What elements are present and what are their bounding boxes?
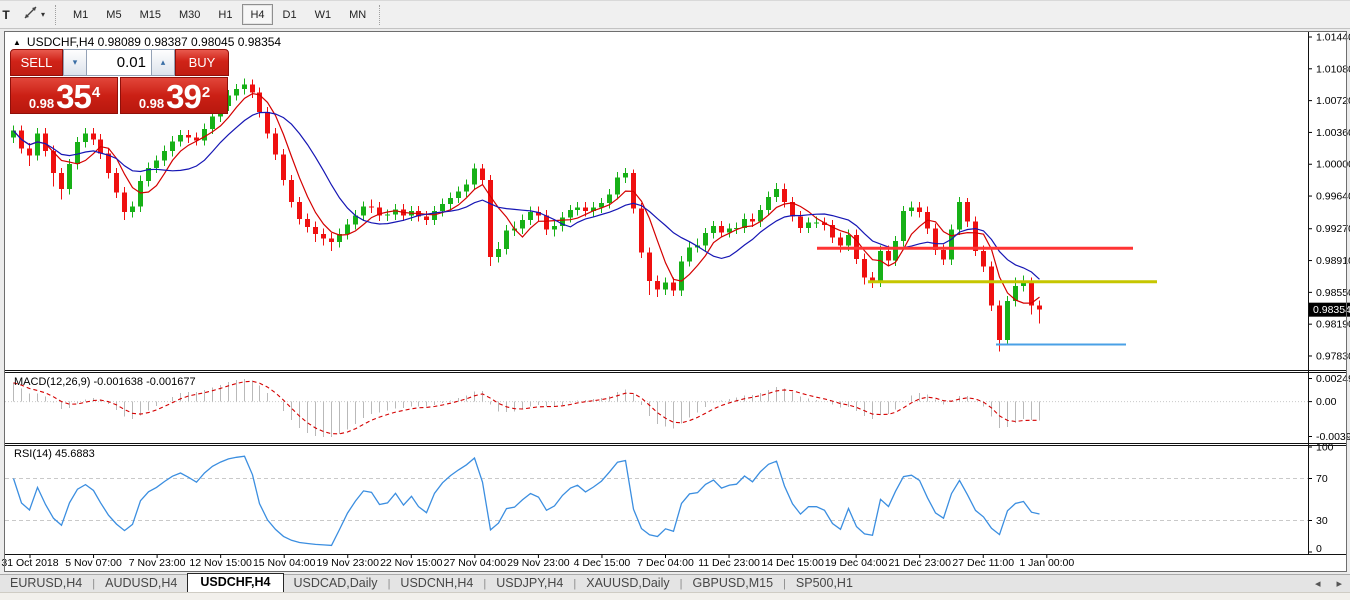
svg-text:30: 30 (1316, 515, 1328, 527)
svg-text:15 Nov 04:00: 15 Nov 04:00 (253, 557, 316, 569)
toolbar: T ▾ M1 M5 M15 M30 H1 H4 D1 W1 MN (0, 0, 1350, 29)
timeframe-buttons: M1 M5 M15 M30 H1 H4 D1 W1 MN (64, 4, 375, 25)
sell-button[interactable]: SELL (10, 49, 63, 76)
svg-text:0.98910: 0.98910 (1316, 255, 1350, 267)
buy-button[interactable]: BUY (175, 49, 229, 76)
tab-scroll-right-icon[interactable]: ▸ (1328, 577, 1350, 592)
sell-price-big: 35 (56, 78, 92, 115)
timeframe-button-H1[interactable]: H1 (210, 4, 240, 25)
svg-text:31 Oct 2018: 31 Oct 2018 (1, 557, 58, 569)
tab-usdcad-daily[interactable]: USDCAD,Daily (284, 575, 388, 592)
svg-text:19 Nov 23:00: 19 Nov 23:00 (317, 557, 380, 569)
svg-text:1.01440: 1.01440 (1316, 32, 1350, 44)
svg-text:0.98190: 0.98190 (1316, 319, 1350, 331)
date-axis[interactable]: 31 Oct 2018 5 Nov 07:00 7 Nov 23:00 12 Nov … (1, 554, 1074, 569)
timeframe-button-W1[interactable]: W1 (307, 4, 340, 25)
toolbar-separator (379, 4, 384, 25)
svg-text:4 Dec 15:00: 4 Dec 15:00 (574, 557, 631, 569)
dropdown-caret-icon: ▾ (41, 10, 46, 19)
sell-price-prefix: 0.98 (28, 96, 55, 111)
status-bar (0, 592, 1350, 600)
crosshair-arrows-icon (23, 6, 38, 23)
svg-text:12 Nov 15:00: 12 Nov 15:00 (189, 557, 252, 569)
tab-usdchf-h4[interactable]: USDCHF,H4 (187, 573, 284, 592)
svg-text:29 Nov 23:00: 29 Nov 23:00 (507, 557, 570, 569)
svg-text:1.01080: 1.01080 (1316, 63, 1350, 75)
tab-scroll-left-icon[interactable]: ◂ (1307, 577, 1329, 592)
cursor-tool-button[interactable]: ▾ (18, 4, 50, 26)
chart-tab-bar: EURUSD,H4 | AUDUSD,H4 USDCHF,H4 USDCAD,Daily… (0, 573, 1350, 592)
tab-usdjpy-h4[interactable]: USDJPY,H4 (486, 575, 573, 592)
toolbar-separator (55, 4, 60, 25)
svg-text:19 Dec 04:00: 19 Dec 04:00 (825, 557, 888, 569)
svg-text:0.98354: 0.98354 (1313, 304, 1350, 316)
volume-input[interactable] (87, 49, 151, 76)
svg-text:11 Dec 23:00: 11 Dec 23:00 (698, 557, 760, 569)
buy-price-prefix: 0.98 (138, 96, 165, 111)
chart-title-text: USDCHF,H4 0.98089 0.98387 0.98045 0.9835… (26, 35, 282, 49)
svg-text:27 Dec 11:00: 27 Dec 11:00 (952, 557, 1014, 569)
tab-sp500-h1[interactable]: SP500,H1 (786, 575, 863, 592)
text-tool-button[interactable]: T (0, 4, 16, 26)
tab-xauusd-daily[interactable]: XAUUSD,Daily (576, 575, 679, 592)
svg-text:5 Nov 07:00: 5 Nov 07:00 (65, 557, 122, 569)
svg-text:21 Dec 23:00: 21 Dec 23:00 (888, 557, 951, 569)
tab-gbpusd-m15[interactable]: GBPUSD,M15 (682, 575, 783, 592)
volume-decrease-button[interactable]: ▾ (63, 49, 87, 76)
macd-label: MACD(12,26,9) -0.001638 -0.001677 (14, 376, 196, 388)
buy-price-display[interactable]: 0.98 39 2 (120, 77, 228, 114)
collapse-triangle-icon[interactable]: ▲ (13, 38, 21, 47)
svg-text:0.97830: 0.97830 (1316, 350, 1350, 362)
tab-usdcnh-h4[interactable]: USDCNH,H4 (390, 575, 483, 592)
svg-text:27 Nov 04:00: 27 Nov 04:00 (444, 557, 507, 569)
svg-text:1 Jan 00:00: 1 Jan 00:00 (1019, 557, 1074, 569)
buy-price-big: 39 (166, 78, 202, 115)
svg-text:14 Dec 15:00: 14 Dec 15:00 (761, 557, 824, 569)
timeframe-button-M1[interactable]: M1 (65, 4, 96, 25)
svg-text:0.99640: 0.99640 (1316, 191, 1350, 203)
svg-text:70: 70 (1316, 473, 1328, 485)
timeframe-button-H4[interactable]: H4 (242, 4, 273, 25)
svg-text:7 Nov 23:00: 7 Nov 23:00 (129, 557, 186, 569)
svg-text:1.00360: 1.00360 (1316, 127, 1350, 139)
timeframe-button-M30[interactable]: M30 (171, 4, 208, 25)
chart-title: ▲ USDCHF,H4 0.98089 0.98387 0.98045 0.98… (13, 35, 281, 49)
svg-text:22 Nov 15:00: 22 Nov 15:00 (380, 557, 443, 569)
tab-eurusd-h4[interactable]: EURUSD,H4 (0, 575, 92, 592)
svg-text:0.00: 0.00 (1316, 396, 1337, 408)
timeframe-button-MN[interactable]: MN (341, 4, 374, 25)
timeframe-button-M15[interactable]: M15 (132, 4, 169, 25)
svg-text:1.00720: 1.00720 (1316, 95, 1350, 107)
svg-text:0: 0 (1316, 543, 1322, 555)
mt4-window: 1.01440 1.01080 1.00720 1.00360 1.00000 0.996… (0, 0, 1350, 600)
svg-text:0.98550: 0.98550 (1316, 287, 1350, 299)
timeframe-button-D1[interactable]: D1 (275, 4, 305, 25)
sell-price-sup: 4 (91, 84, 101, 101)
svg-text:0.99270: 0.99270 (1316, 223, 1350, 235)
svg-text:1.00000: 1.00000 (1316, 159, 1350, 171)
svg-text:7 Dec 04:00: 7 Dec 04:00 (637, 557, 694, 569)
volume-increase-button[interactable]: ▴ (151, 49, 175, 76)
rsi-label: RSI(14) 45.6883 (14, 448, 95, 460)
tab-audusd-h4[interactable]: AUDUSD,H4 (95, 575, 187, 592)
sell-price-display[interactable]: 0.98 35 4 (10, 77, 118, 114)
svg-text:0.002492: 0.002492 (1316, 373, 1350, 385)
buy-price-sup: 2 (201, 84, 211, 101)
one-click-trading-panel: SELL ▾ ▴ BUY 0.98 35 4 0.98 39 2 (10, 49, 229, 114)
timeframe-button-M5[interactable]: M5 (98, 4, 129, 25)
